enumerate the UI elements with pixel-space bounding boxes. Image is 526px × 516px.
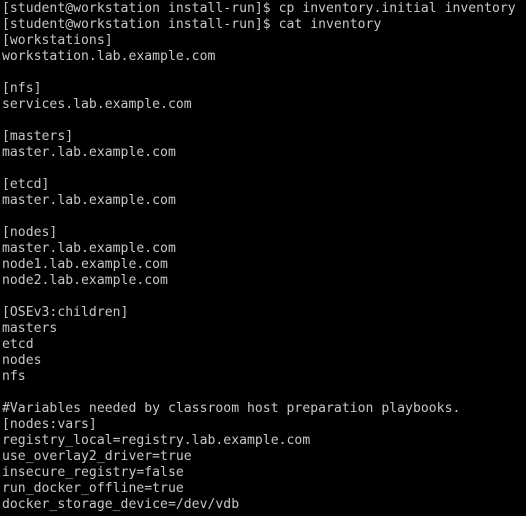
terminal-line: [nodes] (2, 225, 58, 240)
terminal-line: node2.lab.example.com (2, 273, 168, 288)
terminal-line: nodes (2, 353, 42, 368)
terminal-line: [masters] (2, 129, 74, 144)
terminal-line: services.lab.example.com (2, 97, 192, 112)
terminal-line: master.lab.example.com (2, 145, 176, 160)
terminal-line: use_overlay2_driver=true (2, 449, 192, 464)
terminal-line: [student@workstation install-run]$ cp in… (2, 1, 516, 16)
terminal-line: master.lab.example.com (2, 241, 176, 256)
terminal-line: registry_local=registry.lab.example.com (2, 433, 311, 448)
terminal-line: etcd (2, 337, 34, 352)
terminal-line: nfs (2, 369, 26, 384)
terminal-line: master.lab.example.com (2, 193, 176, 208)
terminal-line: [OSEv3:children] (2, 305, 129, 320)
terminal-line: workstation.lab.example.com (2, 49, 216, 64)
terminal-line: [nodes:vars] (2, 417, 97, 432)
terminal-line: node1.lab.example.com (2, 257, 168, 272)
terminal-line: run_docker_offline=true (2, 481, 184, 496)
terminal-line: #Variables needed by classroom host prep… (2, 401, 461, 416)
terminal-line: insecure_registry=false (2, 465, 184, 480)
terminal-window[interactable]: [student@workstation install-run]$ cat i… (0, 0, 526, 516)
terminal-line: [student@workstation install-run]$ cat i… (2, 17, 382, 32)
terminal-line: [workstations] (2, 33, 113, 48)
terminal-line: docker_storage_device=/dev/vdb (2, 497, 240, 512)
terminal-screen[interactable]: [student@workstation install-run]$ cat i… (0, 0, 526, 513)
terminal-line: [etcd] (2, 177, 50, 192)
terminal-line: [nfs] (2, 81, 42, 96)
terminal-line: masters (2, 321, 58, 336)
